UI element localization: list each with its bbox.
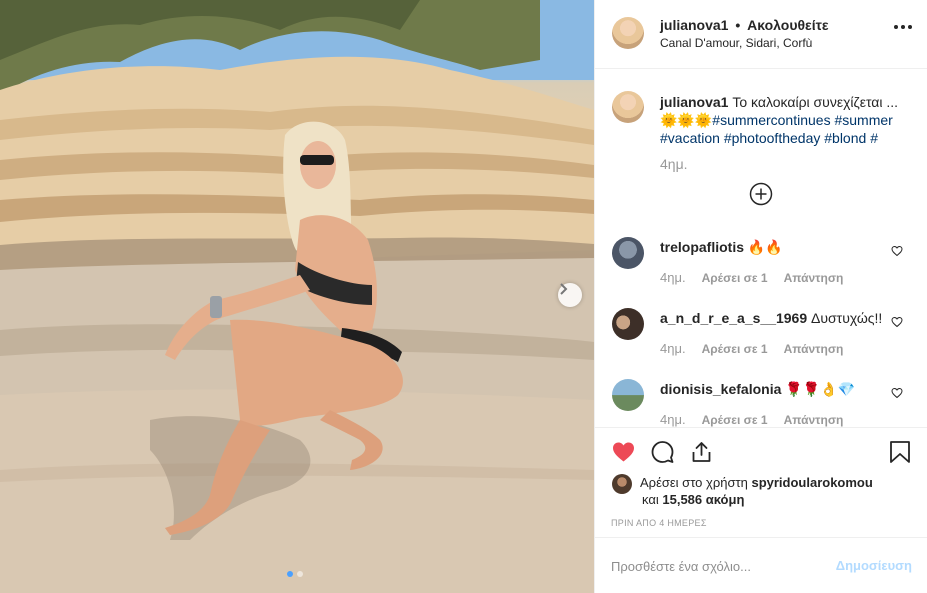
likes-summary: Αρέσει στο χρήστη spyridoularokomou και … <box>640 474 920 508</box>
comment-text: dionisis_kefalonia 🌹🌹👌💎 <box>660 381 855 398</box>
comment-text: trelopafliotis 🔥🔥 <box>660 239 783 256</box>
carousel-dot <box>297 571 303 577</box>
add-comment-section: Δημοσίευση <box>595 537 927 593</box>
bookmark-icon[interactable] <box>889 440 911 464</box>
reply-button[interactable]: Απάντηση <box>784 413 844 427</box>
caption-body: Το καλοκαίρι συνεχίζεται ... <box>732 94 899 110</box>
carousel-next-button[interactable] <box>558 283 582 307</box>
comment-meta: 4ημ. Αρέσει σε 1 Απάντηση <box>660 270 843 285</box>
follow-status-button[interactable]: Ακολουθείτε <box>747 17 828 33</box>
load-more-comments-button[interactable] <box>749 182 773 206</box>
speech-bubble-icon[interactable] <box>650 440 675 464</box>
post-timestamp[interactable]: ΠΡΙΝ ΑΠΟ 4 ΗΜΕΡΕΣ <box>611 518 707 528</box>
like-comment-icon[interactable] <box>891 245 903 257</box>
author-username[interactable]: julianova1 <box>660 17 728 33</box>
carousel-dot-active <box>287 571 293 577</box>
more-options-icon[interactable] <box>894 25 912 29</box>
plus-circle-icon <box>749 182 773 206</box>
comment-meta: 4ημ. Αρέσει σε 1 Απάντηση <box>660 412 843 427</box>
author-avatar[interactable] <box>612 17 644 49</box>
likes-prefix: Αρέσει στο χρήστη <box>640 475 748 490</box>
liker-avatar[interactable] <box>612 474 632 494</box>
caption-username[interactable]: julianova1 <box>660 94 728 110</box>
hashtag-link[interactable]: #photooftheday <box>724 130 821 146</box>
commenter-username[interactable]: a_n_d_r_e_a_s__1969 <box>660 310 807 326</box>
comment-body: Δυστυχώς!! <box>811 310 883 326</box>
likes-count-link[interactable]: 15,586 ακόμη <box>662 492 744 507</box>
comment-likes-link[interactable]: Αρέσει σε 1 <box>702 342 768 356</box>
commenter-username[interactable]: trelopafliotis <box>660 239 744 255</box>
comment-item: trelopafliotis 🔥🔥 4ημ. Αρέσει σε 1 Απάντ… <box>595 237 927 308</box>
comment-item: dionisis_kefalonia 🌹🌹👌💎 4ημ. Αρέσει σε 1… <box>595 379 927 427</box>
share-icon[interactable] <box>689 440 714 464</box>
commenter-avatar[interactable] <box>612 237 644 269</box>
post-location[interactable]: Canal D'amour, Sidari, Corfù <box>660 36 812 50</box>
heart-filled-icon[interactable] <box>611 440 636 464</box>
post-actions: Αρέσει στο χρήστη spyridoularokomou και … <box>595 427 927 537</box>
reply-button[interactable]: Απάντηση <box>784 271 844 285</box>
hashtag-link[interactable]: #vacation <box>660 130 720 146</box>
hashtag-link[interactable]: #summercontinues <box>712 112 830 128</box>
commenter-avatar[interactable] <box>612 308 644 340</box>
comment-body: 🔥🔥 <box>747 239 783 255</box>
comment-meta: 4ημ. Αρέσει σε 1 Απάντηση <box>660 341 843 356</box>
post-header: julianova1 • Ακολουθείτε Canal D'amour, … <box>595 0 927 69</box>
likes-and: και <box>642 492 659 507</box>
chevron-right-icon <box>560 283 568 295</box>
caption-text: julianova1 Το καλοκαίρι συνεχίζεται ... … <box>660 93 915 147</box>
comment-item: a_n_d_r_e_a_s__1969 Δυστυχώς!! 4ημ. Αρέσ… <box>595 308 927 379</box>
caption-emojis: 🌞🌞🌞 <box>660 112 713 128</box>
comments-list[interactable]: julianova1 Το καλοκαίρι συνεχίζεται ... … <box>595 70 927 427</box>
like-comment-icon[interactable] <box>891 316 903 328</box>
comment-time[interactable]: 4ημ. <box>660 341 686 356</box>
comment-text: a_n_d_r_e_a_s__1969 Δυστυχώς!! <box>660 310 882 326</box>
comment-input[interactable] <box>611 556 831 576</box>
carousel-indicator <box>287 571 303 577</box>
beach-photo-illustration <box>0 0 594 593</box>
like-comment-icon[interactable] <box>891 387 903 399</box>
commenter-avatar[interactable] <box>612 379 644 411</box>
reply-button[interactable]: Απάντηση <box>784 342 844 356</box>
comment-likes-link[interactable]: Αρέσει σε 1 <box>702 271 768 285</box>
caption-time[interactable]: 4ημ. <box>660 156 688 172</box>
author-line: julianova1 • Ακολουθείτε <box>660 17 828 33</box>
hashtag-link[interactable]: # <box>870 130 878 146</box>
post-details-panel: julianova1 • Ακολουθείτε Canal D'amour, … <box>594 0 927 593</box>
comment-time[interactable]: 4ημ. <box>660 412 686 427</box>
post-photo[interactable] <box>0 0 594 593</box>
comment-time[interactable]: 4ημ. <box>660 270 686 285</box>
hashtag-link[interactable]: #blond <box>824 130 866 146</box>
separator-dot: • <box>735 17 741 33</box>
caption-avatar[interactable] <box>612 91 644 123</box>
comment-body: 🌹🌹👌💎 <box>785 381 855 397</box>
comment-likes-link[interactable]: Αρέσει σε 1 <box>702 413 768 427</box>
liker-username[interactable]: spyridoularokomou <box>751 475 872 490</box>
hashtag-link[interactable]: #summer <box>834 112 892 128</box>
post-comment-button[interactable]: Δημοσίευση <box>836 558 912 573</box>
commenter-username[interactable]: dionisis_kefalonia <box>660 381 781 397</box>
